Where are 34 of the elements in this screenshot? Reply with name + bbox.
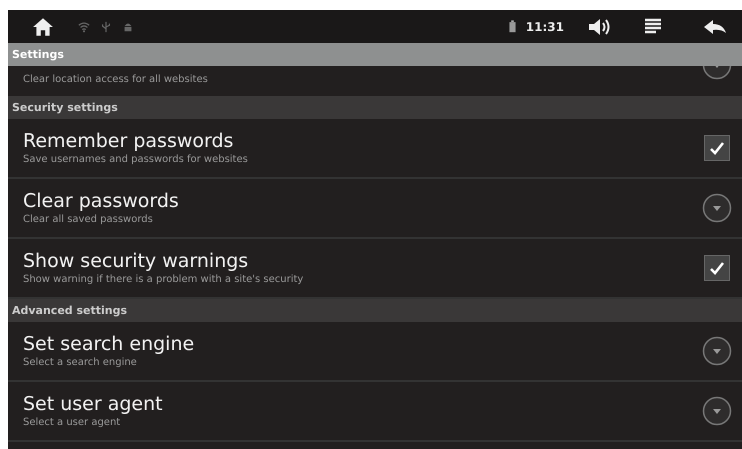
section-title: Security settings bbox=[12, 101, 118, 114]
item-subtitle: Select a user agent bbox=[23, 416, 122, 430]
item-title: Remember passwords bbox=[23, 129, 234, 153]
item-title: Set search engine bbox=[23, 332, 196, 356]
speaker-icon[interactable] bbox=[588, 18, 612, 36]
item-subtitle: Clear location access for all websites bbox=[23, 73, 209, 87]
menu-icon[interactable] bbox=[644, 18, 662, 36]
item-subtitle: Save usernames and passwords for websites bbox=[23, 153, 249, 167]
item-subtitle: Clear all saved passwords bbox=[23, 213, 154, 227]
settings-item[interactable]: Clear location access for all websites bbox=[8, 66, 742, 96]
dropdown-icon[interactable] bbox=[702, 336, 732, 366]
battery-icon bbox=[508, 20, 516, 33]
wifi-icon bbox=[78, 20, 90, 32]
settings-item[interactable]: Clear passwords Clear all saved passwords bbox=[8, 179, 742, 239]
dropdown-icon[interactable] bbox=[702, 193, 732, 223]
check-icon bbox=[709, 260, 725, 276]
dropdown-icon[interactable] bbox=[702, 396, 732, 426]
back-icon[interactable] bbox=[702, 18, 728, 34]
settings-item[interactable]: Remember passwords Save usernames and passwords for websites bbox=[8, 119, 742, 179]
item-title: Show security warnings bbox=[23, 249, 250, 273]
settings-item[interactable]: Set user agent Select a user agent bbox=[8, 382, 742, 442]
item-subtitle: Show warning if there is a problem with a site's security bbox=[23, 273, 304, 287]
section-title: Advanced settings bbox=[12, 304, 128, 317]
usb-icon bbox=[100, 20, 112, 32]
item-title: Set user agent bbox=[23, 392, 164, 416]
item-title: Clear passwords bbox=[23, 189, 180, 213]
checkbox[interactable] bbox=[704, 135, 730, 161]
home-icon[interactable] bbox=[32, 16, 54, 36]
item-subtitle: Select a search engine bbox=[23, 356, 138, 370]
settings-item[interactable]: Set search engine Select a search engine bbox=[8, 322, 742, 382]
checkbox[interactable] bbox=[704, 255, 730, 281]
screen-title: Settings bbox=[12, 48, 64, 61]
clock-time: 11:31 bbox=[526, 20, 564, 34]
check-icon bbox=[709, 140, 725, 156]
